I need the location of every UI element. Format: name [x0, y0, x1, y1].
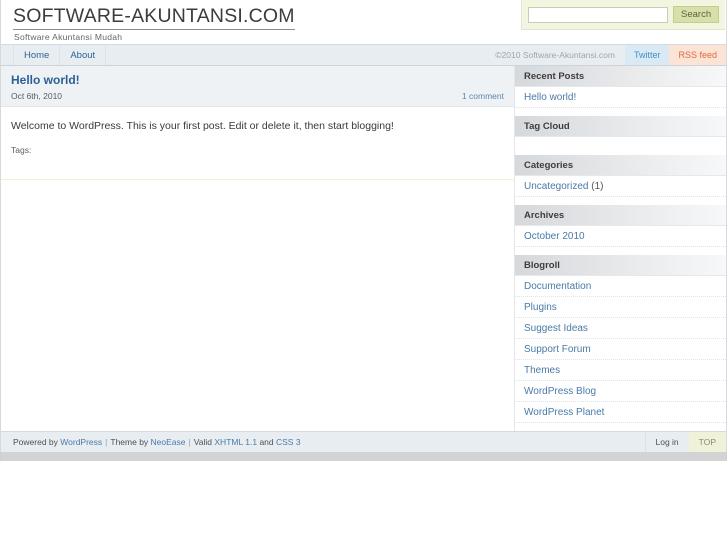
post-tags: Tags:: [11, 145, 32, 155]
widget-title-tag-cloud: Tag Cloud: [515, 116, 726, 137]
widget-title-categories: Categories: [515, 155, 726, 176]
categories-list: Uncategorized (1): [515, 176, 726, 197]
footer-separator-2: |: [188, 437, 191, 447]
page-wrapper: SOFTWARE-AKUNTANSI.COM Software Akuntans…: [0, 0, 727, 553]
css-link[interactable]: CSS 3: [276, 437, 301, 447]
list-item: WordPress Blog: [515, 381, 726, 402]
login-link[interactable]: Log in: [644, 432, 689, 452]
widget-title-blogroll: Blogroll: [515, 255, 726, 276]
list-item: Uncategorized (1): [515, 176, 726, 197]
theme-by-text: Theme by: [110, 437, 149, 447]
tag-cloud-empty: [515, 137, 726, 147]
neoease-link[interactable]: NeoEase: [151, 437, 186, 447]
and-text: and: [259, 437, 274, 447]
xhtml-link[interactable]: XHTML 1.1: [214, 437, 257, 447]
wordpress-link[interactable]: WordPress: [60, 437, 102, 447]
back-to-top-link[interactable]: TOP: [688, 432, 726, 452]
footer-actions: Log in TOP: [644, 432, 726, 452]
search-button[interactable]: Search: [673, 6, 720, 23]
post-body: Welcome to WordPress. This is your first…: [1, 107, 514, 171]
list-item: Suggest Ideas: [515, 318, 726, 339]
post-comments-link[interactable]: 1 comment: [462, 91, 504, 101]
list-item: Support Forum: [515, 339, 726, 360]
post-header: Hello world! Oct 6th, 2010 1 comment: [1, 66, 514, 107]
list-item: Hello world!: [515, 87, 726, 108]
rss-feed-link[interactable]: RSS feed: [669, 45, 726, 65]
nav-right-group: ©2010 Software-Akuntansi.com Twitter RSS…: [485, 45, 726, 65]
blogroll-link-wordpress-blog[interactable]: WordPress Blog: [515, 381, 726, 401]
nav-item-about[interactable]: About: [60, 45, 107, 65]
page-bottom-shadow: [0, 452, 727, 461]
category-label: Uncategorized: [524, 181, 589, 192]
blogroll-link-themes[interactable]: Themes: [515, 360, 726, 380]
copyright-text: ©2010 Software-Akuntansi.com: [495, 50, 615, 60]
main-area: Hello world! Oct 6th, 2010 1 comment Wel…: [0, 66, 727, 431]
category-count: (1): [591, 181, 604, 192]
widget-title-recent-posts: Recent Posts: [515, 66, 726, 87]
search-input[interactable]: [528, 6, 668, 23]
list-item: October 2010: [515, 226, 726, 247]
widget-categories: Categories Uncategorized (1): [515, 155, 726, 197]
site-description: Software Akuntansi Mudah: [14, 32, 123, 42]
site-footer: Powered by WordPress | Theme by NeoEase | Va…: [0, 431, 727, 452]
blogroll-link-wordpress-planet[interactable]: WordPress Planet: [515, 402, 726, 422]
site-title: SOFTWARE-AKUNTANSI.COM: [13, 6, 295, 30]
post-article: Hello world! Oct 6th, 2010 1 comment Wel…: [1, 66, 514, 180]
blogroll-link-plugins[interactable]: Plugins: [515, 297, 726, 317]
category-link-uncategorized[interactable]: Uncategorized (1): [515, 176, 726, 196]
widget-tag-cloud: Tag Cloud: [515, 116, 726, 147]
nav-item-home[interactable]: Home: [13, 45, 61, 65]
post-title[interactable]: Hello world!: [11, 73, 504, 87]
post-excerpt: Welcome to WordPress. This is your first…: [11, 120, 394, 132]
archive-link-october-2010[interactable]: October 2010: [515, 226, 726, 246]
page-background-below: [0, 461, 727, 553]
list-item: WordPress Planet: [515, 402, 726, 423]
widget-recent-posts: Recent Posts Hello world!: [515, 66, 726, 108]
blogroll-link-suggest-ideas[interactable]: Suggest Ideas: [515, 318, 726, 338]
post-divider: [1, 179, 514, 180]
post-date: Oct 6th, 2010: [11, 91, 63, 101]
list-item: Plugins: [515, 297, 726, 318]
valid-text: Valid: [193, 437, 213, 447]
nav-menu: Home About: [1, 45, 107, 65]
widget-archives: Archives October 2010: [515, 205, 726, 247]
blogroll-link-support-forum[interactable]: Support Forum: [515, 339, 726, 359]
recent-post-link[interactable]: Hello world!: [515, 87, 726, 107]
blogroll-link-documentation[interactable]: Documentation: [515, 276, 726, 296]
search-form: Search: [521, 0, 725, 30]
blogroll-list: Documentation Plugins Suggest Ideas Supp…: [515, 276, 726, 423]
sidebar: Recent Posts Hello world! Tag Cloud Cate…: [515, 66, 726, 431]
list-item: Documentation: [515, 276, 726, 297]
archives-list: October 2010: [515, 226, 726, 247]
post-meta: Oct 6th, 2010 1 comment: [11, 91, 504, 101]
footer-credits: Powered by WordPress | Theme by NeoEase | Va…: [1, 432, 301, 452]
recent-posts-list: Hello world!: [515, 87, 726, 108]
site-header: SOFTWARE-AKUNTANSI.COM Software Akuntans…: [0, 0, 727, 44]
list-item: Themes: [515, 360, 726, 381]
widget-blogroll: Blogroll Documentation Plugins Suggest I…: [515, 255, 726, 423]
powered-by-text: Powered by: [13, 437, 58, 447]
main-navigation: Home About ©2010 Software-Akuntansi.com …: [0, 44, 727, 66]
widget-title-archives: Archives: [515, 205, 726, 226]
twitter-link[interactable]: Twitter: [624, 45, 670, 65]
footer-separator: |: [105, 437, 108, 447]
content-column: Hello world! Oct 6th, 2010 1 comment Wel…: [1, 66, 515, 431]
